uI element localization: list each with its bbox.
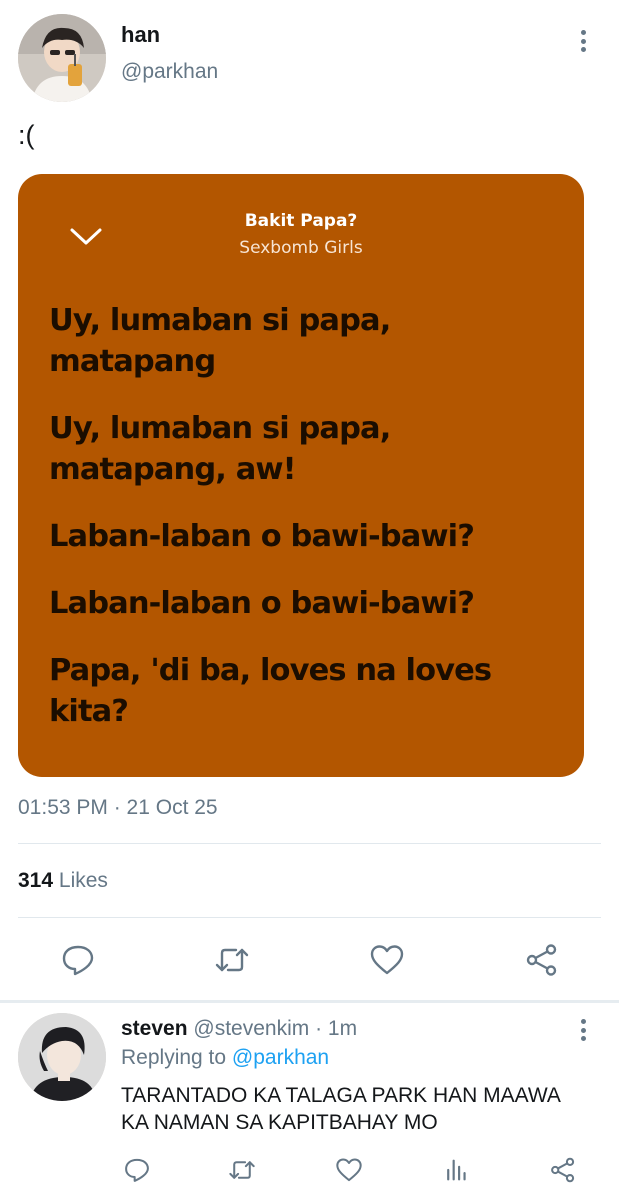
lyric-line: Laban-laban o bawi-bawi? xyxy=(49,586,475,621)
lyric-line: Uy, lumaban si papa, matapang xyxy=(49,303,391,379)
replying-handle-link[interactable]: @parkhan xyxy=(232,1046,329,1069)
lyric-line: Papa, 'di ba, loves na loves kita? xyxy=(49,653,492,729)
replying-to: Replying to @parkhan xyxy=(121,1046,329,1070)
reply-icon[interactable] xyxy=(60,942,96,978)
lyric-line: Uy, lumaban si papa, matapang, aw! xyxy=(49,411,391,487)
analytics-icon[interactable] xyxy=(442,1156,470,1184)
like-icon[interactable] xyxy=(335,1156,363,1184)
song-title: Bakit Papa? xyxy=(244,211,358,231)
reply-tweet[interactable]: steven @stevenkim · 1m Replying to @park… xyxy=(0,1003,619,1200)
retweet-icon[interactable] xyxy=(214,942,250,978)
likes-count[interactable]: 314 Likes xyxy=(18,869,108,893)
share-icon[interactable] xyxy=(549,1156,577,1184)
author-name[interactable]: han xyxy=(121,22,160,48)
replying-prefix: Replying to xyxy=(121,1046,227,1069)
tweet-text: :( xyxy=(18,120,35,150)
author-avatar[interactable] xyxy=(18,14,106,102)
reply-author-avatar[interactable] xyxy=(18,1013,106,1101)
author-handle[interactable]: @parkhan xyxy=(121,60,218,84)
divider xyxy=(18,917,601,918)
reply-text: TARANTADO KA TALAGA PARK HAN MAAWA KA NA… xyxy=(121,1084,560,1134)
reply-icon[interactable] xyxy=(123,1156,151,1184)
reply-author-name[interactable]: steven xyxy=(121,1017,188,1040)
likes-label: Likes xyxy=(58,869,108,892)
lyrics-card[interactable]: Bakit Papa? Sexbomb Girls Uy, lumaban si… xyxy=(18,174,584,777)
lyric-line: Laban-laban o bawi-bawi? xyxy=(49,519,475,554)
reply-time: · 1m xyxy=(315,1017,358,1040)
reply-header: steven @stevenkim · 1m xyxy=(121,1017,357,1041)
tweet-timestamp: 01:53 PM · 21 Oct 25 xyxy=(18,796,218,819)
like-icon[interactable] xyxy=(369,942,405,978)
main-tweet: han @parkhan :( Bakit Papa? Sexbomb Girl… xyxy=(0,0,619,1000)
divider xyxy=(18,843,601,844)
retweet-icon[interactable] xyxy=(228,1156,256,1184)
more-options-icon[interactable] xyxy=(573,30,593,52)
lyrics-list: Uy, lumaban si papa, matapang Uy, lumaba… xyxy=(49,300,559,758)
song-artist: Sexbomb Girls xyxy=(239,238,363,258)
share-icon[interactable] xyxy=(524,942,560,978)
more-options-icon[interactable] xyxy=(573,1019,593,1041)
likes-number: 314 xyxy=(18,869,54,892)
reply-author-handle[interactable]: @stevenkim xyxy=(193,1017,309,1040)
